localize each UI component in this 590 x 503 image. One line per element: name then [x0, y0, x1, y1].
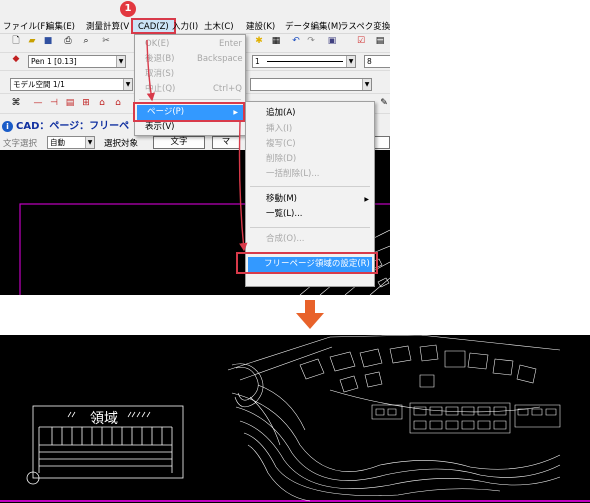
region-label: 領域	[90, 410, 118, 427]
cad-window-screenshot: ファイル(F) 編集(E) 測量計算(V CAD(Z) 入力(I) 土木(C) …	[0, 0, 390, 295]
table-columns	[51, 427, 163, 445]
result-drawing: 領域	[0, 335, 590, 502]
arrow-to-page	[146, 39, 156, 102]
arrow-to-free-page	[238, 121, 248, 252]
guide-arrows	[146, 39, 248, 252]
result-canvas: 領域	[0, 335, 590, 503]
down-arrow-icon	[296, 300, 324, 329]
map-drawing	[227, 335, 561, 502]
